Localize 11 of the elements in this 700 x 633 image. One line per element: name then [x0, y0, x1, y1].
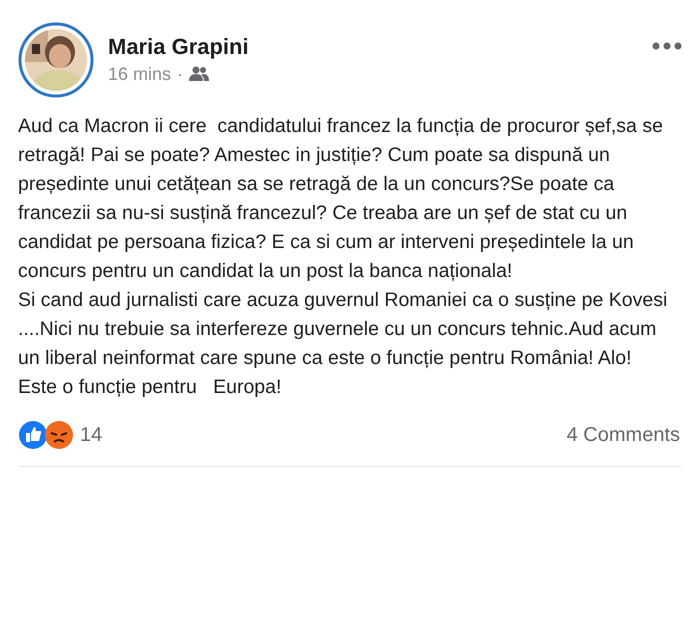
more-options-icon[interactable] — [652, 42, 682, 50]
like-icon — [18, 420, 48, 450]
comments-count[interactable]: 4 Comments — [566, 420, 680, 450]
post-text: Si cand aud jurnalisti care acuza guvernul Romaniei ca o susține pe Kovesi ....Nici nu trebuie sa interfereze guvernele cu un concurs tehnic.Aud acum un liberal neinformat care spune ca este o funcție pentru România! Alo! Este o funcție pentru Europa! — [18, 288, 668, 400]
post-time[interactable]: 16 mins — [108, 60, 172, 88]
friends-icon — [189, 66, 210, 82]
reaction-count[interactable]: 14 — [80, 420, 102, 450]
author-name[interactable]: Maria Grapini — [108, 32, 638, 60]
separator: · — [177, 62, 184, 86]
post-text: Aud ca Macron ii cere candidatului francez la funcția de procuror șef,sa se retragă! Pai se poate? Amestec in justiție? Cum poate sa dispună un președinte unui cetățean sa se retragă de la un concurs?Se poate ca francezii sa nu-si susțină francezul? Ce treaba are un șef de stat cu un candidat pe persoana fizica? E ca si cum ar interveni președintele la un concurs pentru un candidat la un post la banca naționala! — [18, 114, 664, 284]
angry-emoji-icon — [44, 420, 74, 450]
